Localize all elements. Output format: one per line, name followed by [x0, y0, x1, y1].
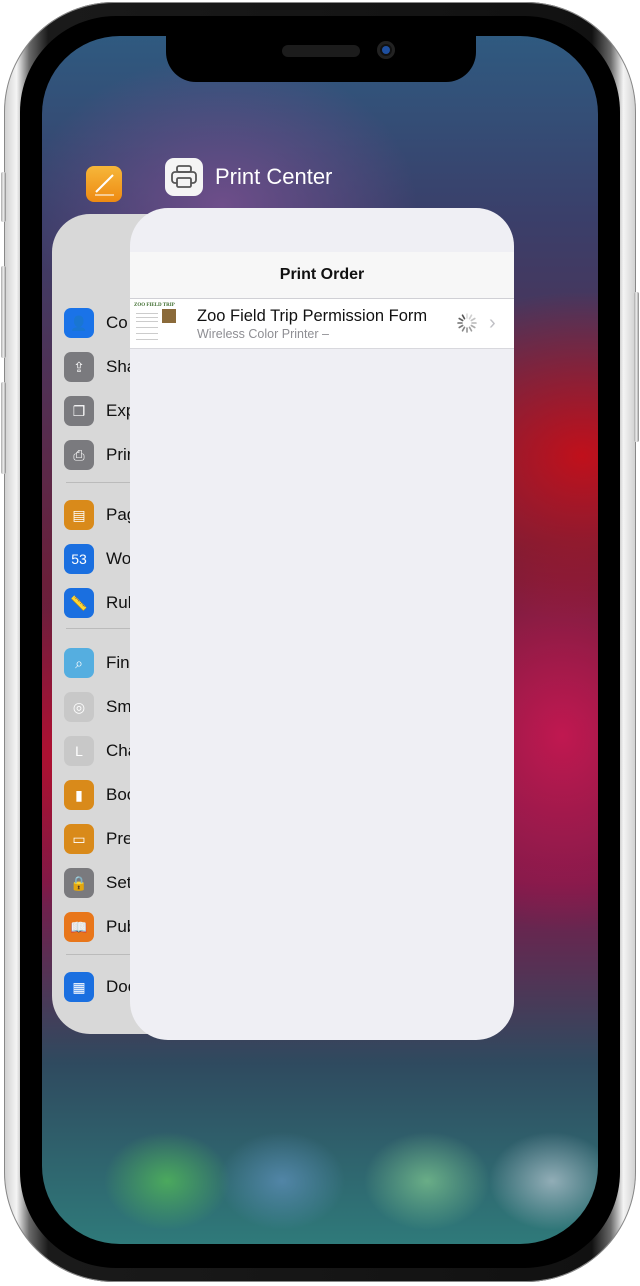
job-printer: Wireless Color Printer –	[197, 327, 329, 341]
spinner-tick	[468, 326, 473, 332]
menu-item[interactable]: 📏 Rul	[64, 588, 132, 618]
menu-item-label: Co	[106, 313, 128, 332]
menu-item-label: Set	[106, 873, 132, 892]
document-thumbnail: ZOO FIELD TRIP	[134, 303, 178, 345]
mute-switch	[1, 172, 6, 222]
menu-item-label: Sm	[106, 697, 132, 716]
spinner-tick	[468, 314, 473, 320]
camera	[377, 41, 395, 59]
ruler-icon: 📏	[64, 588, 94, 618]
lock-icon: 🔒	[64, 868, 94, 898]
app-switcher-screen: Print Center 👤 Co ⇪ Sha ❐ Exp ⎙ Prin ▤ Pag 53 Wo 📏 Ru…	[42, 36, 598, 1244]
bookmarks-icon: ▮	[64, 780, 94, 810]
word-count-icon: 53	[64, 544, 94, 574]
publish-book-icon: 📖	[64, 912, 94, 942]
menu-item[interactable]: ⇪ Sha	[64, 352, 136, 382]
change-tracking-icon: L	[64, 736, 94, 766]
chevron-right-icon: ›	[489, 312, 496, 334]
spinner-tick	[470, 317, 476, 322]
share-icon: ⇪	[64, 352, 94, 382]
print-center-app-card[interactable]: Print Order ZOO FIELD TRIP Zoo Field Tri…	[130, 208, 514, 1040]
collaborate-icon: 👤	[64, 308, 94, 338]
volume-up-button	[1, 266, 6, 358]
menu-item[interactable]: 🔒 Set	[64, 868, 132, 898]
export-icon: ❐	[64, 396, 94, 426]
menu-item[interactable]: ◎ Sm	[64, 692, 132, 722]
spinner-tick	[470, 324, 476, 329]
menu-item-label: Rul	[106, 593, 132, 612]
menu-item[interactable]: L Cha	[64, 736, 137, 766]
spinner-tick	[458, 324, 464, 329]
menu-item-label: Wo	[106, 549, 132, 568]
pages-app-icon[interactable]	[86, 166, 122, 202]
menu-item[interactable]: ▮ Boo	[64, 780, 136, 810]
menu-item-label: Pre	[106, 829, 133, 848]
page-thumbnails-icon: ▤	[64, 500, 94, 530]
volume-down-button	[1, 382, 6, 474]
presenter-icon: ▭	[64, 824, 94, 854]
spinner-tick	[461, 326, 466, 332]
menu-item[interactable]: 53 Wo	[64, 544, 131, 574]
navigation-bar: Print Order	[130, 252, 514, 299]
print-job-row[interactable]: ZOO FIELD TRIP Zoo Field Trip Permission…	[130, 299, 514, 349]
menu-item[interactable]: ❐ Exp	[64, 396, 135, 426]
document-setup-icon: ▦	[64, 972, 94, 1002]
speaker	[282, 45, 360, 57]
menu-item[interactable]: 👤 Co	[64, 308, 128, 338]
menu-item[interactable]: ⌕ Fin	[64, 648, 130, 678]
side-button	[634, 292, 639, 442]
loading-spinner-icon	[457, 313, 477, 333]
app-title: Print Center	[215, 164, 333, 189]
menu-item[interactable]: ▤ Pag	[64, 500, 136, 530]
spinner-tick	[461, 314, 466, 320]
notch	[166, 36, 476, 82]
printer-icon	[171, 165, 197, 188]
find-icon: ⌕	[64, 648, 94, 678]
menu-item[interactable]: 📖 Pub	[64, 912, 136, 942]
print-icon: ⎙	[64, 440, 94, 470]
menu-item[interactable]: ▦ Doc	[64, 972, 136, 1002]
job-title: Zoo Field Trip Permission Form	[197, 307, 428, 325]
spinner-tick	[458, 317, 464, 322]
menu-item-label: Fin	[106, 653, 130, 672]
menu-item[interactable]: ⎙ Prin	[64, 440, 136, 470]
nav-title: Print Order	[279, 266, 365, 283]
menu-item[interactable]: ▭ Pre	[64, 824, 132, 854]
smart-annotation-icon: ◎	[64, 692, 94, 722]
print-center-app-icon[interactable]	[165, 158, 203, 196]
